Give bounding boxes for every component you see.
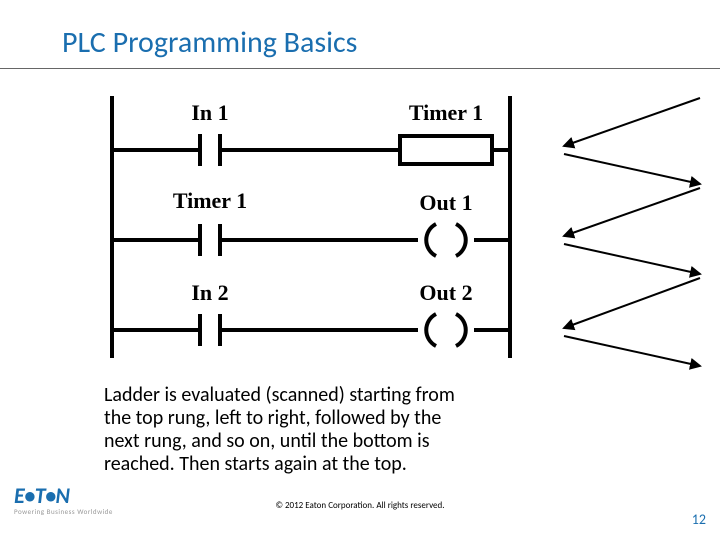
rung-1: In 1 Timer 1 — [112, 100, 510, 166]
coil-icon — [426, 314, 436, 346]
coil-icon — [426, 224, 436, 256]
arrow-icon — [564, 278, 700, 328]
slide: PLC Programming Basics In 1 Timer 1 Tim — [0, 0, 720, 540]
arrow-icon — [564, 336, 700, 366]
rung-3-output-label: Out 2 — [419, 280, 472, 305]
page-title: PLC Programming Basics — [62, 24, 357, 61]
title-divider — [0, 68, 720, 69]
copyright-text: © 2012 Eaton Corporation. All rights res… — [0, 500, 720, 511]
timer-box-icon — [400, 136, 492, 164]
caption-text: Ladder is evaluated (scanned) starting f… — [104, 384, 474, 476]
rung-3-input-label: In 2 — [191, 280, 228, 305]
rung-2-output-label: Out 1 — [419, 190, 472, 215]
page-number: 12 — [692, 511, 706, 528]
ladder-diagram: In 1 Timer 1 Timer 1 Out 1 In 2 Out 2 — [100, 90, 540, 370]
arrow-icon — [564, 154, 700, 184]
arrow-icon — [564, 98, 700, 146]
rung-1-input-label: In 1 — [191, 100, 228, 125]
arrow-icon — [564, 244, 700, 274]
rung-3: In 2 Out 2 — [112, 280, 510, 346]
scan-arrows — [560, 96, 710, 376]
arrow-icon — [564, 188, 700, 236]
rung-1-output-label: Timer 1 — [409, 100, 483, 125]
rung-2: Timer 1 Out 1 — [112, 188, 510, 256]
rung-2-input-label: Timer 1 — [173, 188, 247, 213]
